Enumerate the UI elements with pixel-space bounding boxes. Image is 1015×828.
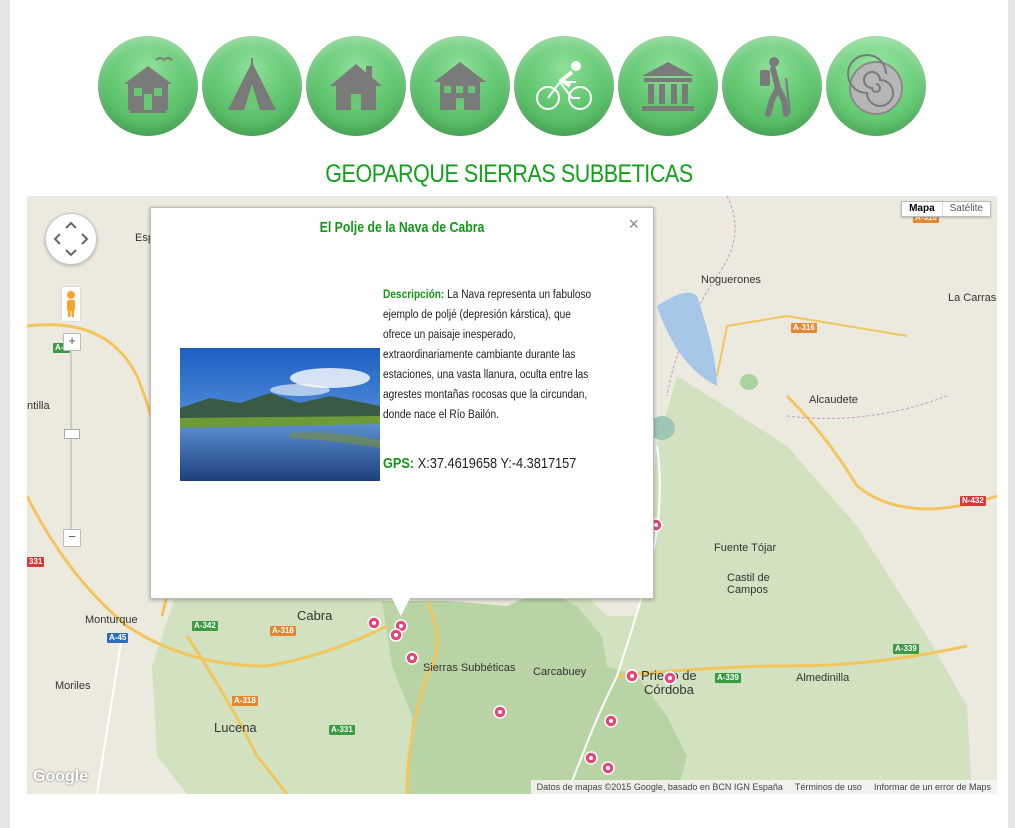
category-icons	[98, 36, 930, 136]
map[interactable]: Noguerones La Carras Alcaudete Fuente Tó…	[27, 196, 997, 794]
map-type-map-button[interactable]: Mapa	[902, 202, 942, 216]
house-icon	[330, 64, 382, 110]
place-almedinilla: Almedinilla	[796, 672, 850, 684]
zoom-out-button[interactable]: −	[63, 529, 81, 547]
poi-marker[interactable]	[584, 751, 598, 765]
pan-arrows-icon	[53, 221, 89, 257]
place-monturque: Monturque	[85, 614, 138, 626]
google-logo: Google	[33, 768, 89, 785]
page-title: GEOPARQUE SIERRAS SUBBETICAS	[325, 160, 693, 188]
category-cycling[interactable]	[514, 36, 614, 136]
info-gps: GPS: X:37.4619658 Y:-4.3817157	[383, 455, 576, 472]
category-hotel[interactable]	[410, 36, 510, 136]
poi-marker[interactable]	[663, 671, 677, 685]
road-a316-mid: A-316	[791, 323, 817, 333]
museum-icon	[642, 62, 694, 111]
zoom-in-button[interactable]: +	[63, 333, 81, 351]
info-window-pointer	[391, 596, 411, 616]
place-ntilla: ntilla	[27, 400, 50, 412]
road-a339-mid: A-339	[715, 673, 741, 683]
gps-value: X:37.4619658 Y:-4.3817157	[417, 455, 577, 472]
hiker-icon	[760, 57, 791, 117]
info-description: Descripción: La Nava representa un fabul…	[383, 285, 594, 425]
place-lucena: Lucena	[214, 720, 257, 735]
poi-marker[interactable]	[625, 669, 639, 683]
place-noguerones: Noguerones	[701, 274, 761, 286]
map-type-control: Mapa Satélite	[901, 201, 991, 217]
place-carcabuey: Carcabuey	[533, 666, 587, 678]
hotel-icon	[434, 62, 486, 110]
description-text: La Nava representa un fabuloso ejemplo d…	[383, 289, 592, 421]
pegman-icon	[67, 291, 75, 317]
tent-icon	[228, 58, 276, 110]
poi-marker-selected[interactable]	[389, 628, 403, 642]
poi-marker[interactable]	[405, 651, 419, 665]
place-cabra: Cabra	[297, 608, 333, 623]
landscape-photo	[180, 348, 380, 481]
map-footer: Datos de mapas ©2015 Google, basado en B…	[530, 780, 997, 794]
pan-control[interactable]	[45, 213, 97, 265]
place-alcaudete: Alcaudete	[809, 394, 858, 406]
poi-marker[interactable]	[493, 705, 507, 719]
info-title: El Polje de la Nava de Cabra	[319, 219, 485, 236]
road-a331-left: 331	[27, 557, 45, 567]
close-icon[interactable]: ×	[628, 214, 639, 235]
category-hiking[interactable]	[722, 36, 822, 136]
road-a45: A-45	[107, 633, 129, 643]
page: GEOPARQUE SIERRAS SUBBETICAS Noguerones …	[10, 0, 1008, 828]
place-sierras-subbeticas: Sierras Subbéticas	[423, 662, 516, 674]
road-a318-a: A-318	[270, 626, 296, 636]
place-campos: Campos	[727, 584, 768, 596]
info-window: × El Polje de la Nava de Cabra Descripci…	[150, 207, 654, 599]
map-attribution: Datos de mapas ©2015 Google, basado en B…	[536, 782, 783, 792]
category-camping[interactable]	[202, 36, 302, 136]
gps-label: GPS:	[383, 455, 415, 472]
ammonite-fossil-icon	[847, 54, 903, 115]
zoom-slider-handle[interactable]	[64, 429, 80, 439]
road-a318-b: A-318	[232, 696, 258, 706]
rural-house-icon	[124, 57, 173, 113]
category-geology[interactable]	[826, 36, 926, 136]
description-label: Descripción:	[383, 289, 445, 301]
street-view-pegman[interactable]	[61, 286, 81, 322]
road-a339-right: A-339	[893, 644, 919, 654]
poi-marker[interactable]	[601, 761, 615, 775]
road-n432: N-432	[960, 496, 986, 506]
cyclist-icon	[536, 61, 592, 110]
map-type-satellite-button[interactable]: Satélite	[941, 202, 990, 216]
place-fuente-tojar: Fuente Tójar	[714, 542, 777, 554]
terms-link[interactable]: Términos de uso	[795, 782, 862, 792]
category-rural-house[interactable]	[98, 36, 198, 136]
place-castil-de: Castil de	[727, 572, 770, 584]
report-error-link[interactable]: Informar de un error de Maps	[874, 782, 991, 792]
lake-landscape-image	[180, 348, 380, 481]
place-la-carras: La Carras	[948, 292, 997, 304]
category-museum[interactable]	[618, 36, 718, 136]
category-house[interactable]	[306, 36, 406, 136]
poi-marker[interactable]	[367, 616, 381, 630]
place-moriles: Moriles	[55, 680, 91, 692]
road-a331: A-331	[329, 725, 355, 735]
poi-marker[interactable]	[604, 714, 618, 728]
road-a342: A-342	[192, 621, 218, 631]
